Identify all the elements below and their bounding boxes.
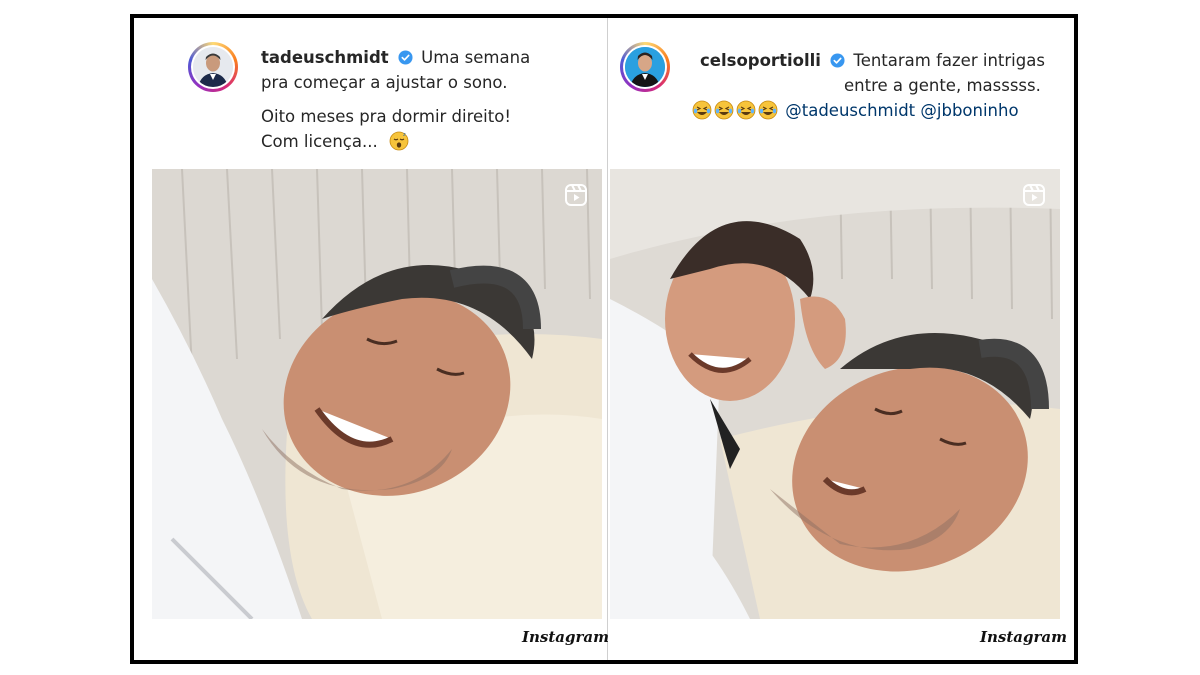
reel-photo — [152, 169, 602, 619]
sleeping-face-emoji: z — [389, 131, 409, 151]
collage-frame: tadeuschmidt Uma semana pra começar a aj… — [130, 14, 1078, 664]
laughing-tears-emoji — [736, 100, 756, 120]
instagram-wordmark: Instagram — [980, 628, 1067, 646]
reels-icon — [1023, 184, 1045, 206]
avatar[interactable] — [188, 42, 238, 92]
caption-line-3: Oito meses pra dormir direito! — [261, 107, 511, 126]
reels-icon — [565, 184, 587, 206]
verified-badge-icon — [398, 50, 413, 65]
caption-line-1: Uma semana — [421, 48, 531, 67]
avatar[interactable] — [620, 42, 670, 92]
mention-jbboninho[interactable]: @jbboninho — [920, 101, 1018, 120]
verified-badge-icon — [830, 53, 845, 68]
avatar-photo — [625, 47, 665, 87]
caption-line-1: Tentaram fazer intrigas — [853, 51, 1045, 70]
username[interactable]: tadeuschmidt — [261, 48, 389, 67]
caption-line-2: entre a gente, masssss. — [844, 76, 1041, 95]
reel-photo — [610, 169, 1060, 619]
reel-video-thumbnail[interactable] — [152, 169, 602, 619]
mention-tadeuschmidt[interactable]: @tadeuschmidt — [785, 101, 915, 120]
laughing-tears-emoji — [758, 100, 778, 120]
laughing-tears-emoji — [692, 100, 712, 120]
avatar-photo — [193, 47, 233, 87]
instagram-wordmark: Instagram — [522, 628, 609, 646]
svg-text:z: z — [403, 132, 406, 138]
post-tadeuschmidt: tadeuschmidt Uma semana pra começar a aj… — [134, 18, 609, 660]
reel-video-thumbnail[interactable] — [610, 169, 1060, 619]
caption-line-4: Com licença... — [261, 132, 378, 151]
caption-line-2: pra começar a ajustar o sono. — [261, 73, 508, 92]
post-caption: celsoportiolli Tentaram fazer intrigas e… — [692, 48, 1062, 123]
laughing-tears-emoji — [714, 100, 734, 120]
post-caption: tadeuschmidt Uma semana pra começar a aj… — [261, 45, 581, 154]
post-celsoportiolli: celsoportiolli Tentaram fazer intrigas e… — [608, 18, 1078, 660]
username[interactable]: celsoportiolli — [700, 51, 821, 70]
